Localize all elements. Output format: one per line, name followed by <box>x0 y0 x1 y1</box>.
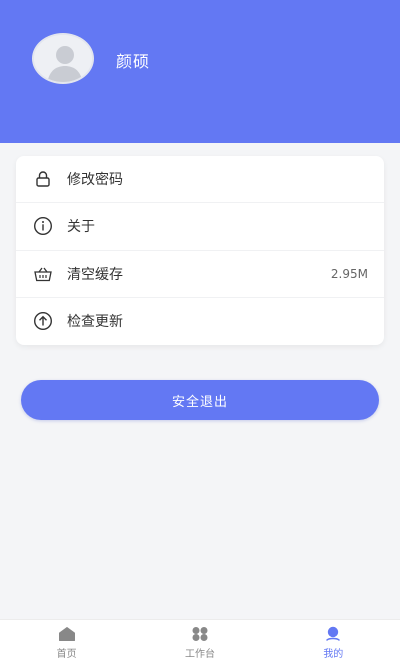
menu-item-label: 关于 <box>67 219 95 236</box>
tab-home[interactable]: 首页 <box>0 620 133 666</box>
menu-item-label: 清空缓存 <box>67 266 123 283</box>
avatar[interactable] <box>32 33 94 84</box>
lock-icon <box>33 169 53 189</box>
menu-item-clear-cache[interactable]: 清空缓存 2.95M <box>16 251 384 298</box>
grid-icon <box>191 626 209 642</box>
menu-item-change-password[interactable]: 修改密码 <box>16 156 384 204</box>
user-icon <box>324 626 342 642</box>
menu-item-label: 检查更新 <box>67 314 123 331</box>
tab-mine[interactable]: 我的 <box>267 620 400 666</box>
menu-item-check-update[interactable]: 检查更新 <box>16 298 384 345</box>
tab-workbench[interactable]: 工作台 <box>133 620 266 666</box>
bottom-tab-bar: 首页 工作台 我的 <box>0 619 400 666</box>
user-name: 颜硕 <box>116 52 151 71</box>
menu-item-label: 修改密码 <box>67 172 123 189</box>
tab-label: 我的 <box>323 649 344 660</box>
info-icon <box>33 216 53 236</box>
default-user-avatar-icon <box>34 35 92 82</box>
cache-size-value: 2.95M <box>330 266 368 281</box>
logout-button[interactable]: 安全退出 <box>21 380 379 420</box>
basket-icon <box>33 264 53 284</box>
tab-label: 工作台 <box>184 649 215 660</box>
profile-header: 颜硕 <box>0 0 400 143</box>
tab-label: 首页 <box>56 649 77 660</box>
menu-item-about[interactable]: 关于 <box>16 203 384 251</box>
home-icon <box>58 626 76 642</box>
arrow-up-circle-icon <box>33 311 53 331</box>
settings-menu: 修改密码 关于 清空缓存 2.95M 检查更新 <box>16 156 384 345</box>
